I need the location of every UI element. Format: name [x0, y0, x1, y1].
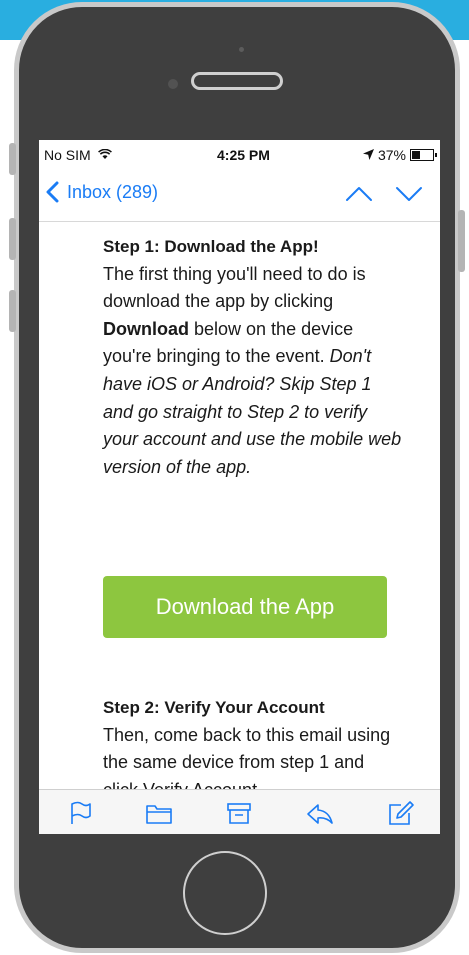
location-arrow-icon [362, 148, 374, 163]
battery-tip [435, 153, 437, 157]
phone-screen: No SIM 4:25 PM 37% Inbox (289) Step 1: D… [39, 140, 440, 834]
power-button [458, 210, 465, 272]
next-message-button[interactable] [395, 186, 423, 202]
step2-title: Step 2: Verify Your Account [103, 698, 325, 717]
previous-message-button[interactable] [345, 186, 373, 202]
mail-navigation-bar: Inbox (289) [39, 166, 440, 222]
step1-bold-word: Download [103, 318, 189, 339]
front-sensor [239, 47, 244, 52]
flag-icon[interactable] [64, 799, 94, 827]
email-body-step1: Step 1: Download the App! The first thin… [103, 233, 403, 481]
reply-icon[interactable] [305, 799, 335, 827]
email-body-step2: Step 2: Verify Your Account Then, come b… [103, 694, 403, 804]
battery-level [412, 151, 420, 159]
mail-toolbar [39, 789, 440, 834]
wifi-icon [97, 148, 112, 163]
carrier-label: No SIM [44, 147, 91, 163]
back-to-inbox-button[interactable]: Inbox (289) [45, 181, 158, 203]
earpiece-speaker [191, 72, 283, 90]
step1-text-a: The first thing you'll need to do is dow… [103, 263, 366, 312]
volume-down-button [9, 290, 16, 332]
battery-percent: 37% [377, 147, 406, 163]
battery-status: 37% [362, 147, 437, 163]
status-bar: No SIM 4:25 PM 37% [39, 140, 440, 166]
back-label: Inbox (289) [67, 181, 159, 202]
step1-title: Step 1: Download the App! [103, 237, 319, 256]
home-button[interactable] [183, 851, 267, 935]
carrier-status: No SIM [44, 147, 112, 163]
download-app-button[interactable]: Download the App [103, 576, 387, 638]
compose-icon[interactable] [385, 799, 415, 827]
step1-paragraph: The first thing you'll need to do is dow… [103, 261, 403, 482]
folder-icon[interactable] [144, 799, 174, 827]
battery-icon [410, 149, 437, 161]
chevron-left-icon [46, 181, 59, 203]
archive-icon[interactable] [224, 799, 254, 827]
volume-up-button [9, 218, 16, 260]
clock: 4:25 PM [217, 147, 270, 163]
silent-switch [9, 143, 16, 175]
front-camera [168, 79, 178, 89]
